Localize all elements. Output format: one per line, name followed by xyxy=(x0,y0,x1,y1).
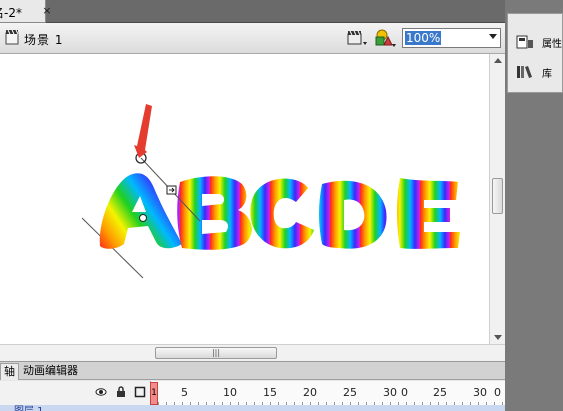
horizontal-scrollbar[interactable]: ||| xyxy=(0,344,505,361)
flash-editor-window: 名-2* × 场景 1 100% xyxy=(0,0,563,411)
red-arrow-annotation xyxy=(134,104,152,158)
eye-icon[interactable] xyxy=(95,386,107,398)
properties-icon xyxy=(516,35,533,49)
zoom-value[interactable]: 100% xyxy=(405,31,442,45)
library-label: 库 xyxy=(542,68,552,80)
letter-c[interactable] xyxy=(250,178,314,249)
scroll-up-icon[interactable] xyxy=(494,58,502,63)
edit-bar: 场景 1 100% xyxy=(0,23,505,54)
library-panel-button[interactable]: 库 xyxy=(516,62,563,82)
letter-e[interactable] xyxy=(397,178,460,249)
playhead[interactable]: 1 xyxy=(150,382,158,405)
ruler-number: 20 xyxy=(303,386,317,399)
letter-d[interactable] xyxy=(319,180,387,249)
ruler-number: 15 xyxy=(263,386,277,399)
letter-a[interactable] xyxy=(99,173,182,249)
layer-name[interactable]: 图层 1 xyxy=(14,402,44,411)
document-tab-strip: 名-2* × xyxy=(0,0,505,23)
outline-icon[interactable] xyxy=(134,386,146,398)
ruler-number: 0 xyxy=(494,386,501,399)
right-panel-dock: 属性 库 xyxy=(505,0,563,411)
vertical-scroll-thumb[interactable] xyxy=(492,178,503,214)
scroll-down-icon[interactable] xyxy=(494,335,502,340)
properties-panel-button[interactable]: 属性 xyxy=(516,32,563,52)
lock-icon[interactable] xyxy=(115,386,127,398)
chevron-down-icon[interactable] xyxy=(489,34,497,39)
tab-motion-editor[interactable]: 动画编辑器 xyxy=(20,363,81,380)
layer-row[interactable]: 图层 1 xyxy=(0,405,505,411)
tab-timeline[interactable]: 轴 xyxy=(0,363,19,380)
ruler-number: 25 xyxy=(343,386,357,399)
zoom-dropdown[interactable]: 100% xyxy=(402,28,501,48)
scene-icon xyxy=(5,29,19,45)
ruler-number: 10 xyxy=(223,386,237,399)
library-icon xyxy=(517,66,532,78)
timeline-tabs: 轴 动画编辑器 xyxy=(0,362,505,380)
letter-b[interactable] xyxy=(177,176,252,250)
stage-artwork xyxy=(81,104,460,279)
ruler-number: 0 xyxy=(401,386,408,399)
document-tab-title: 名-2* xyxy=(0,6,22,20)
ruler-number: 30 xyxy=(383,386,397,399)
properties-label: 属性 xyxy=(542,38,562,50)
ruler-number: 25 xyxy=(433,386,447,399)
ruler-number: 30 xyxy=(473,386,487,399)
vertical-scrollbar[interactable] xyxy=(489,54,505,344)
horizontal-scroll-thumb[interactable]: ||| xyxy=(155,347,277,359)
gradient-center-handle[interactable] xyxy=(139,214,147,222)
stage-canvas[interactable] xyxy=(0,54,489,344)
edit-scene-button[interactable] xyxy=(346,29,368,47)
scene-label: 场景 1 xyxy=(24,33,64,47)
ruler-number: 5 xyxy=(181,386,188,399)
close-tab-icon[interactable]: × xyxy=(40,0,54,23)
edit-symbols-button[interactable] xyxy=(373,28,397,48)
timeline-panel: 轴 动画编辑器 5 10 15 20 25 30 0 25 30 0 1 xyxy=(0,361,505,411)
panel-group: 属性 库 xyxy=(507,13,563,93)
